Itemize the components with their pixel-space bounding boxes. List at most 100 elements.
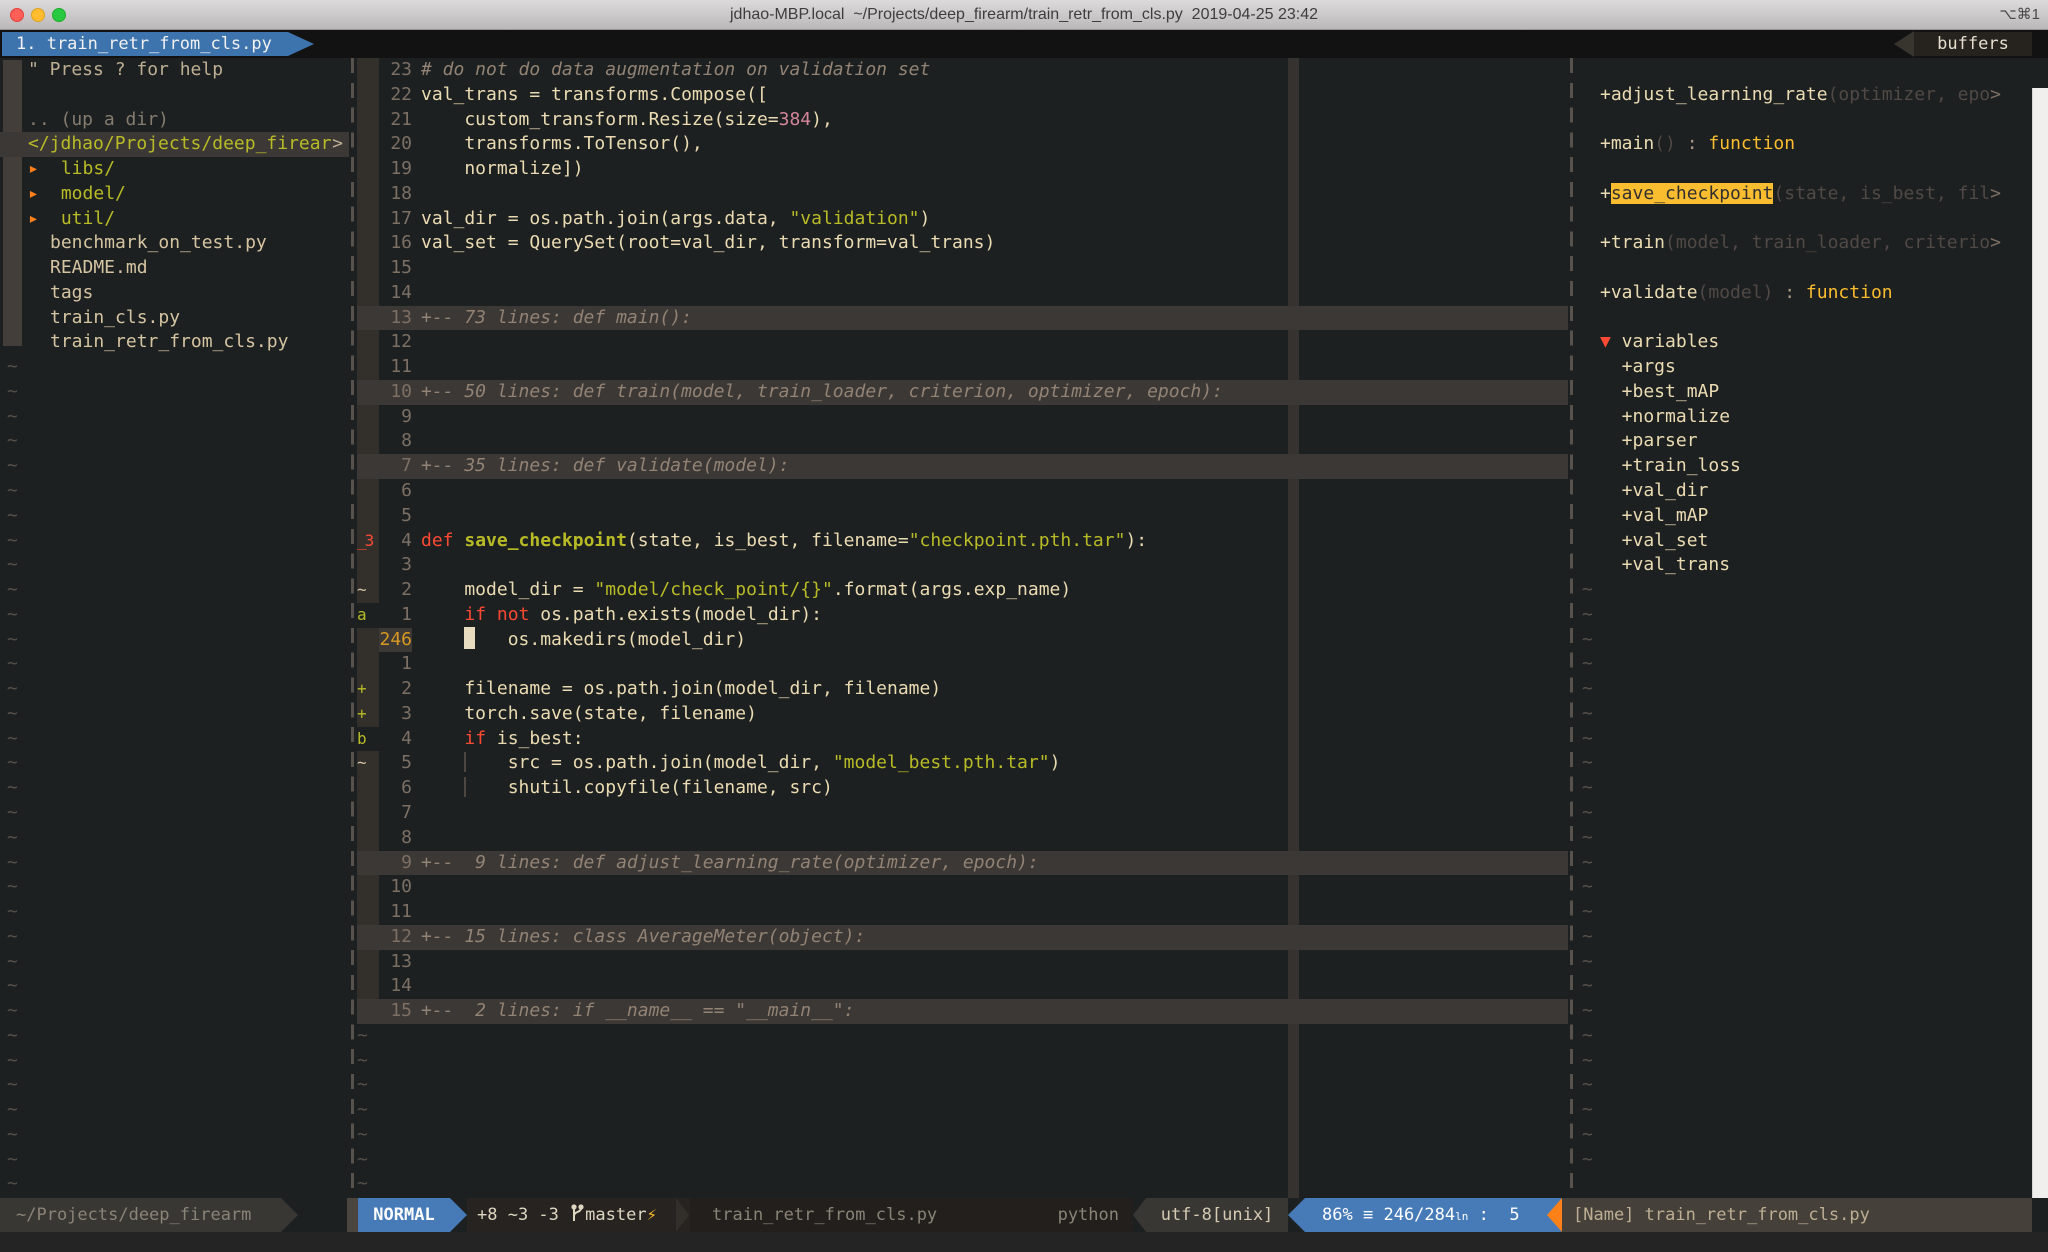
code-line[interactable]: 22val_trans = transforms.Compose([ xyxy=(349,83,1568,108)
empty-line: ~ xyxy=(1578,1049,2032,1074)
tree-item-root[interactable]: </jdhao/Projects/deep_firear> xyxy=(0,132,349,157)
tree-file-label: train_cls.py xyxy=(50,307,180,328)
code-line[interactable]: 11 xyxy=(349,900,1568,925)
tagbar-item[interactable]: +val_mAP xyxy=(1578,504,2032,529)
empty-line: ~ xyxy=(349,1024,1568,1049)
tagbar-item[interactable]: +train(model, train_loader, criterio> xyxy=(1578,231,2032,256)
code-line[interactable]: ~5 src = os.path.join(model_dir, "model_… xyxy=(349,751,1568,776)
code-line[interactable]: a1 if not os.path.exists(model_dir): xyxy=(349,603,1568,628)
tagbar-item[interactable]: +val_dir xyxy=(1578,479,2032,504)
code-line[interactable]: 19 normalize]) xyxy=(349,157,1568,182)
tree-item-dir[interactable]: ▸util/ xyxy=(0,207,349,232)
encoding-indicator: utf-8[unix] xyxy=(1146,1198,1288,1232)
tree-item-file[interactable]: README.md xyxy=(0,256,349,281)
tagbar-pane[interactable]: +adjust_learning_rate(optimizer, epo> +ma… xyxy=(1578,58,2032,1198)
code-line[interactable]: 9 xyxy=(349,405,1568,430)
tree-item-file[interactable]: train_cls.py xyxy=(0,306,349,331)
folded-code-line[interactable]: 12+-- 15 lines: class AverageMeter(objec… xyxy=(349,925,1568,950)
folded-code-line[interactable]: 13+-- 73 lines: def main(): xyxy=(349,306,1568,331)
tree-item-file[interactable]: tags xyxy=(0,281,349,306)
code-line[interactable]: 12 xyxy=(349,330,1568,355)
code-line[interactable]: 21 custom_transform.Resize(size=384), xyxy=(349,108,1568,133)
tagbar-item[interactable]: +validate(model) : function xyxy=(1578,281,2032,306)
empty-line: ~ xyxy=(0,677,349,702)
code-line[interactable]: 5 xyxy=(349,504,1568,529)
window-separator-right[interactable] xyxy=(1570,58,1573,1198)
tilde-marker: ~ xyxy=(1582,975,1593,996)
tree-item-dir[interactable]: ▸libs/ xyxy=(0,157,349,182)
line-number: 17 xyxy=(379,207,412,232)
tilde-marker: ~ xyxy=(7,852,18,873)
folded-code-line[interactable]: 10+-- 50 lines: def train(model, train_l… xyxy=(349,380,1568,405)
tree-item-updir[interactable]: .. (up a dir) xyxy=(0,108,349,133)
folded-code-line[interactable]: 15+-- 2 lines: if __name__ == "__main__"… xyxy=(349,999,1568,1024)
tilde-marker: ~ xyxy=(7,480,18,501)
sign-add-icon: + xyxy=(357,677,379,702)
code-line[interactable]: 1 xyxy=(349,652,1568,677)
code-line[interactable]: 6 xyxy=(349,479,1568,504)
tag-label: +val_dir xyxy=(1600,480,1708,501)
code-line[interactable]: 246 os.makedirs(model_dir) xyxy=(349,628,1568,653)
code-line[interactable]: 11 xyxy=(349,355,1568,380)
code-line[interactable]: 13 xyxy=(349,950,1568,975)
vim-command-line[interactable] xyxy=(0,1232,2048,1252)
tagbar-item[interactable]: +train_loss xyxy=(1578,454,2032,479)
tagbar-item[interactable]: +parser xyxy=(1578,429,2032,454)
tilde-marker: ~ xyxy=(1582,951,1593,972)
code-line[interactable]: 23# do not do data augmentation on valid… xyxy=(349,58,1568,83)
empty-line: ~ xyxy=(1578,1123,2032,1148)
code-line[interactable]: 14 xyxy=(349,974,1568,999)
tab-active-buffer[interactable]: 1. train_retr_from_cls.py xyxy=(2,32,314,56)
code-line[interactable]: 10 xyxy=(349,875,1568,900)
buffers-label[interactable]: buffers xyxy=(1914,32,2032,56)
tagbar-item[interactable]: +val_set xyxy=(1578,529,2032,554)
code-editor-pane[interactable]: 23# do not do data augmentation on valid… xyxy=(349,58,1568,1198)
code-line[interactable]: b4 if is_best: xyxy=(349,727,1568,752)
code-line[interactable]: 18 xyxy=(349,182,1568,207)
code-line[interactable]: 16val_set = QuerySet(root=val_dir, trans… xyxy=(349,231,1568,256)
tree-item-dir[interactable]: ▸model/ xyxy=(0,182,349,207)
sign-column-cell xyxy=(357,776,379,801)
code-line[interactable]: 15 xyxy=(349,256,1568,281)
code-line[interactable]: _34def save_checkpoint(state, is_best, f… xyxy=(349,529,1568,554)
code-line[interactable]: 6 shutil.copyfile(filename, src) xyxy=(349,776,1568,801)
code-text: val_trans = transforms.Compose([ xyxy=(421,83,768,108)
terminal-scrollbar-track[interactable] xyxy=(2032,88,2048,1252)
code-line[interactable]: 14 xyxy=(349,281,1568,306)
tagbar-item[interactable]: +best_mAP xyxy=(1578,380,2032,405)
tagbar-item[interactable]: +save_checkpoint(state, is_best, fil> xyxy=(1578,182,2032,207)
tagbar-item[interactable]: +main() : function xyxy=(1578,132,2032,157)
tagbar-item[interactable]: +val_trans xyxy=(1578,553,2032,578)
tag-label: +validate xyxy=(1600,282,1698,303)
folded-code-line[interactable]: 7+-- 35 lines: def validate(model): xyxy=(349,454,1568,479)
code-line[interactable]: ~2 model_dir = "model/check_point/{}".fo… xyxy=(349,578,1568,603)
tag-kind-label: function xyxy=(1708,133,1795,154)
code-line[interactable]: 3 xyxy=(349,553,1568,578)
empty-line: ~ xyxy=(1578,702,2032,727)
tagbar-item[interactable]: +args xyxy=(1578,355,2032,380)
sign-add-icon: + xyxy=(357,702,379,727)
folded-code-line[interactable]: 9+-- 9 lines: def adjust_learning_rate(o… xyxy=(349,851,1568,876)
empty-line: ~ xyxy=(349,1172,1568,1197)
tagbar-item[interactable]: +adjust_learning_rate(optimizer, epo> xyxy=(1578,83,2032,108)
code-line[interactable]: 8 xyxy=(349,429,1568,454)
code-line[interactable]: +3 torch.save(state, filename) xyxy=(349,702,1568,727)
nerdtree-pane[interactable]: " Press ? for help .. (up a dir)</jdhao/P… xyxy=(0,58,349,1198)
line-number: 14 xyxy=(379,281,412,306)
tilde-marker: ~ xyxy=(7,1074,18,1095)
line-number: 6 xyxy=(379,776,412,801)
tree-item-file[interactable]: benchmark_on_test.py xyxy=(0,231,349,256)
scroll-percent: 86% xyxy=(1322,1205,1353,1225)
tag-label: (model) xyxy=(1698,282,1774,303)
tree-item-file[interactable]: train_retr_from_cls.py xyxy=(0,330,349,355)
tagbar-item[interactable]: +normalize xyxy=(1578,405,2032,430)
tree-item-help[interactable]: " Press ? for help xyxy=(0,58,349,83)
code-line[interactable]: +2 filename = os.path.join(model_dir, fi… xyxy=(349,677,1568,702)
tilde-marker: ~ xyxy=(357,1049,368,1074)
tilde-marker: ~ xyxy=(7,1149,18,1170)
code-line[interactable]: 20 transforms.ToTensor(), xyxy=(349,132,1568,157)
code-line[interactable]: 17val_dir = os.path.join(args.data, "val… xyxy=(349,207,1568,232)
tagbar-item[interactable]: ▼ variables xyxy=(1578,330,2032,355)
code-line[interactable]: 7 xyxy=(349,801,1568,826)
code-line[interactable]: 8 xyxy=(349,826,1568,851)
